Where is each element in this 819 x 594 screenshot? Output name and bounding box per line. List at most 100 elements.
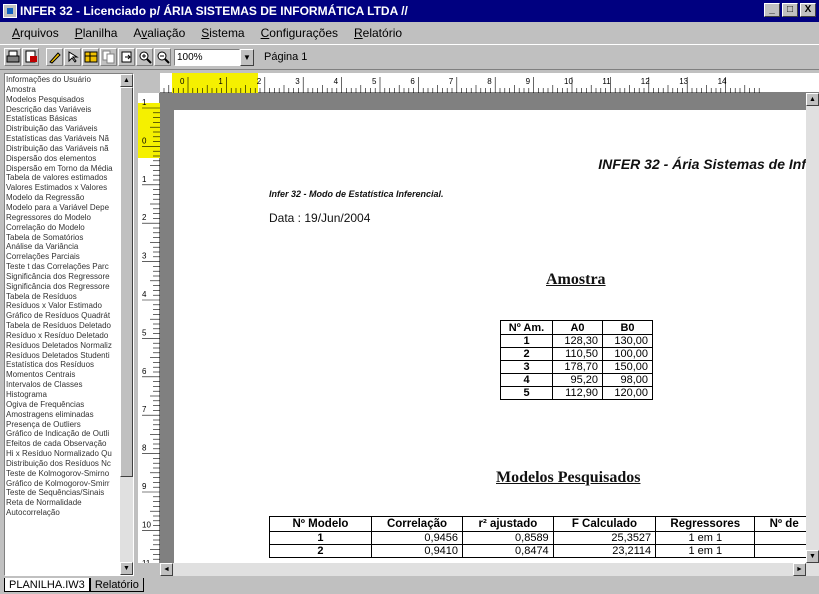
ruler-label: 1	[142, 175, 147, 184]
list-item[interactable]: Tabela de Resíduos Deletado	[6, 321, 122, 331]
tab-relatorio[interactable]: Relatório	[89, 578, 144, 592]
table-cell: 2	[500, 347, 553, 361]
list-item[interactable]: Tabela de valores estimados	[6, 173, 122, 183]
toolbar: 100% ▼ Página 1	[0, 44, 819, 70]
preview-vertical-scrollbar[interactable]: ▲ ▼	[806, 93, 819, 563]
table-cell: 95,20	[552, 373, 603, 387]
scroll-down-arrow[interactable]: ▼	[120, 562, 133, 575]
ruler-label: 5	[142, 328, 147, 337]
sidebar-scroll-thumb[interactable]	[120, 87, 133, 477]
zoom-dropdown-arrow[interactable]: ▼	[240, 48, 254, 66]
list-item[interactable]: Teste de Sequências/Sinais	[6, 488, 122, 498]
table-cell: 130,00	[602, 334, 653, 348]
list-item[interactable]: Dispersão dos elementos	[6, 154, 122, 164]
list-item[interactable]: Distribuição dos Resíduos Nc	[6, 459, 122, 469]
list-item[interactable]: Significância dos Regressore	[6, 282, 122, 292]
table-button[interactable]	[82, 48, 99, 66]
table-cell: 23,2114	[552, 544, 657, 558]
list-item[interactable]: Hi x Resíduo Normalizado Qu	[6, 449, 122, 459]
print-button[interactable]	[4, 48, 21, 66]
list-item[interactable]: Modelo para a Variável Depe	[6, 203, 122, 213]
scroll-left-arrow[interactable]: ◄	[160, 563, 173, 576]
list-item[interactable]: Gráfico de Kolmogorov-Smirr	[6, 479, 122, 489]
print-preview-button[interactable]	[22, 48, 39, 66]
list-item[interactable]: Intervalos de Classes	[6, 380, 122, 390]
print-icon	[6, 50, 20, 63]
arrow-button[interactable]	[118, 48, 135, 66]
list-item[interactable]: Autocorrelação	[6, 508, 122, 518]
minimize-button[interactable]: _	[764, 3, 780, 17]
report-preview[interactable]: INFER 32 - Ária Sistemas de Infor Infer …	[160, 93, 806, 563]
sidebar-scrollbar[interactable]: ▲ ▼	[120, 74, 133, 575]
modelos-header: r² ajustado	[462, 516, 554, 532]
list-item[interactable]: Modelo da Regressão	[6, 193, 122, 203]
modelos-header: Nº Modelo	[269, 516, 372, 532]
ruler-label: 4	[334, 77, 339, 86]
list-item[interactable]: Tabela de Resíduos	[6, 292, 122, 302]
list-item[interactable]: Ogiva de Frequências	[6, 400, 122, 410]
list-item[interactable]: Momentos Centrais	[6, 370, 122, 380]
report-sections-list[interactable]: Informações do Usuário Amostra Modelos Pes…	[4, 73, 134, 576]
modelos-header: F Calculado	[552, 516, 657, 532]
restore-button[interactable]: □	[782, 3, 798, 17]
window-controls: _ □ X	[764, 3, 816, 17]
ruler-label: 11	[602, 77, 611, 86]
list-item[interactable]: Distribuição das Variáveis	[6, 124, 122, 134]
copy-button[interactable]	[100, 48, 117, 66]
list-item[interactable]: Informações do Usuário	[6, 75, 122, 85]
list-item[interactable]: Descrição das Variáveis	[6, 105, 122, 115]
tab-planilha[interactable]: PLANILHA.IW3	[4, 578, 90, 592]
ruler-label: 5	[372, 77, 377, 86]
menu-relatorio[interactable]: Relatório	[346, 26, 410, 40]
edit-button[interactable]	[46, 48, 63, 66]
list-item[interactable]: Significância dos Regressore	[6, 272, 122, 282]
list-item[interactable]: Teste de Kolmogorov-Smirno	[6, 469, 122, 479]
zoom-out-button[interactable]	[154, 48, 171, 66]
list-item[interactable]: Teste t das Correlações Parc	[6, 262, 122, 272]
menu-avaliacao[interactable]: Avaliação	[125, 26, 193, 40]
scroll-right-arrow[interactable]: ►	[793, 563, 806, 576]
list-item[interactable]: Resíduos Deletados Normaliz	[6, 341, 122, 351]
list-item[interactable]: Resíduo x Resíduo Deletado	[6, 331, 122, 341]
list-item[interactable]: Estatísticas Básicas	[6, 114, 122, 124]
table-row: 2 0,9410 0,8474 23,2114 1 em 1	[269, 544, 806, 558]
list-item[interactable]: Valores Estimados x Valores	[6, 183, 122, 193]
menu-planilha[interactable]: Planilha	[67, 26, 126, 40]
list-item[interactable]: Estatísticas das Variáveis Nã	[6, 134, 122, 144]
list-item[interactable]: Correlação do Modelo	[6, 223, 122, 233]
list-item[interactable]: Modelos Pesquisados	[6, 95, 122, 105]
list-item[interactable]: Resíduos x Valor Estimado	[6, 301, 122, 311]
zoom-in-button[interactable]	[136, 48, 153, 66]
preview-horizontal-scrollbar[interactable]: ◄ ►	[160, 563, 819, 576]
ruler-corner	[138, 73, 160, 93]
menu-arquivos[interactable]: Arquivos	[4, 26, 67, 40]
list-item[interactable]: Resíduos Deletados Studenti	[6, 351, 122, 361]
scroll-up-arrow[interactable]: ▲	[120, 74, 133, 87]
list-item[interactable]: Reta de Normalidade	[6, 498, 122, 508]
list-item[interactable]: Amostra	[6, 85, 122, 95]
ruler-label: 9	[526, 77, 531, 86]
list-item[interactable]: Tabela de Somatórios	[6, 233, 122, 243]
list-item[interactable]: Correlações Parciais	[6, 252, 122, 262]
list-item[interactable]: Presença de Outliers	[6, 420, 122, 430]
table-cell: 1	[269, 531, 372, 545]
list-item[interactable]: Regressores do Modelo	[6, 213, 122, 223]
list-item[interactable]: Gráfico de Resíduos Quadrát	[6, 311, 122, 321]
zoom-select[interactable]: 100%	[174, 48, 240, 66]
list-item[interactable]: Histograma	[6, 390, 122, 400]
list-item[interactable]: Gráfico de Indicação de Outli	[6, 429, 122, 439]
list-item[interactable]: Distribuição das Variáveis nã	[6, 144, 122, 154]
scroll-down-arrow[interactable]: ▼	[806, 550, 819, 563]
list-item[interactable]: Efeitos de cada Observação	[6, 439, 122, 449]
list-item[interactable]: Estatística dos Resíduos	[6, 360, 122, 370]
modelos-header: Regressores	[655, 516, 756, 532]
menu-sistema[interactable]: Sistema	[193, 26, 252, 40]
select-button[interactable]	[64, 48, 81, 66]
list-item[interactable]: Dispersão em Torno da Média	[6, 164, 122, 174]
list-item[interactable]: Amostragens eliminadas	[6, 410, 122, 420]
close-button[interactable]: X	[800, 3, 816, 17]
scroll-up-arrow[interactable]: ▲	[806, 93, 819, 106]
menu-configuracoes[interactable]: Configurações	[253, 26, 346, 40]
list-item[interactable]: Análise da Variância	[6, 242, 122, 252]
app-icon[interactable]	[3, 4, 17, 18]
